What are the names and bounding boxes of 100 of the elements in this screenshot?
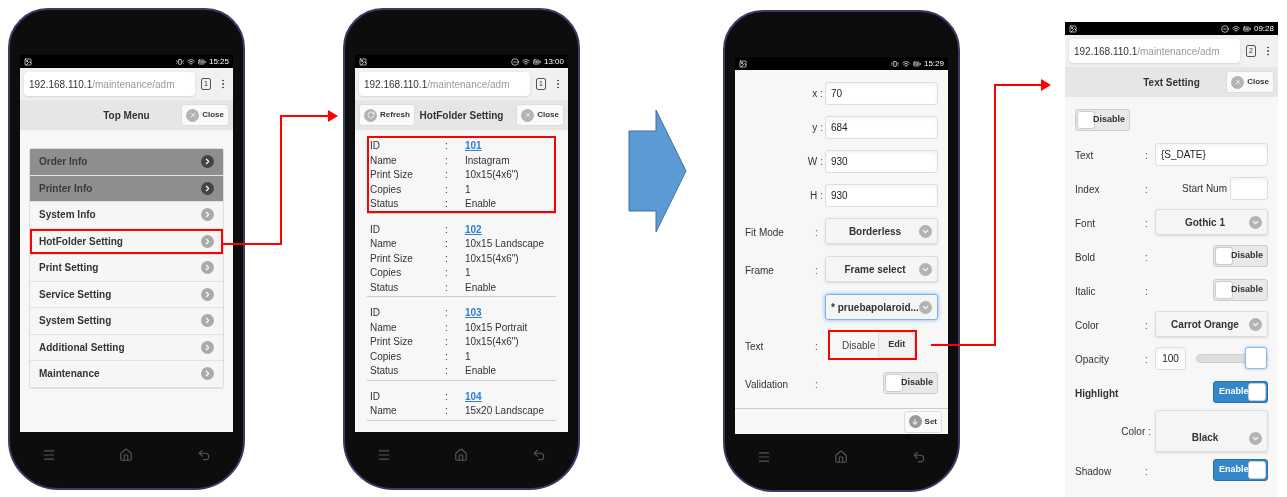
dropdown[interactable]: * pruebapolaroid... [825, 294, 938, 320]
toggle-switch[interactable]: Disable [883, 372, 938, 394]
field-separator: : [1145, 466, 1148, 477]
field-label: Print Size [370, 335, 414, 349]
field-label: Highlight [1075, 388, 1119, 399]
field-separator: : [445, 364, 449, 378]
close-icon [521, 108, 535, 122]
field-separator: : [1145, 354, 1148, 365]
field-label: W [807, 154, 818, 169]
chevron-icon [201, 314, 214, 328]
toggle-switch[interactable]: Enable [1213, 459, 1268, 481]
field-separator: : [445, 251, 449, 266]
toggle-switch[interactable]: Disable [1213, 279, 1268, 301]
field-separator: : [820, 154, 823, 169]
input-field[interactable]: 930 [825, 183, 938, 207]
set-button[interactable]: Set [903, 410, 942, 433]
chevron-icon [201, 234, 214, 248]
field-value: Enable [465, 364, 498, 378]
field-value: 10x15(4x6") [465, 251, 520, 266]
input-field[interactable] [1230, 176, 1268, 200]
field-label: Status [370, 280, 400, 295]
refresh-button[interactable]: Refresh [359, 104, 415, 126]
record-id-link[interactable]: 101 [465, 138, 482, 153]
toggle-switch[interactable]: Disable [1213, 245, 1268, 267]
chevron-icon [201, 208, 214, 222]
slider-thumb[interactable] [1245, 346, 1267, 369]
field-separator: : [445, 237, 449, 251]
chevron-icon [201, 367, 214, 381]
back-icon[interactable] [197, 448, 212, 462]
field-value: 10x15(4x6") [465, 168, 520, 182]
field-separator: : [445, 320, 449, 335]
close-icon [1231, 75, 1245, 89]
menu-item[interactable]: HotFolder Setting [30, 228, 223, 255]
field-label: Name [370, 153, 398, 168]
field-separator: : [445, 404, 449, 418]
field-separator: : [445, 182, 449, 197]
caret-icon [1249, 432, 1262, 445]
input-field[interactable]: 70 [825, 81, 938, 105]
input-field[interactable]: 930 [825, 149, 938, 173]
caret-icon [1249, 317, 1262, 331]
field-separator: : [445, 280, 449, 295]
home-icon[interactable] [119, 448, 134, 462]
field-label: Status [370, 364, 400, 378]
field-separator: : [1145, 150, 1148, 161]
field-label: Font [1075, 218, 1095, 229]
field-label: Name [370, 320, 398, 335]
chevron-icon [201, 181, 214, 195]
start-num-label: Start Num [1182, 181, 1227, 196]
chevron-icon [201, 155, 214, 169]
input-field[interactable]: {S_DATE} [1155, 142, 1268, 166]
home-icon[interactable] [834, 450, 849, 464]
address-field[interactable]: 192.168.110.1/maintenance/adm [24, 72, 196, 96]
field-value: 10x15(4x6") [465, 335, 520, 349]
wifi-icon [186, 57, 195, 66]
field-label: Frame [745, 265, 774, 276]
record-id-link[interactable]: 103 [465, 305, 482, 320]
field-label: ID [370, 139, 381, 153]
field-value: Enable [465, 197, 498, 211]
record-id-link[interactable]: 104 [465, 388, 482, 404]
field-separator: : [445, 222, 449, 237]
toggle-switch[interactable]: Disable [1075, 109, 1130, 131]
home-icon[interactable] [454, 448, 469, 462]
close-button[interactable]: Close [181, 104, 229, 126]
input-field[interactable]: 684 [825, 115, 938, 139]
field-separator: : [1145, 218, 1148, 229]
close-button[interactable]: Close [1226, 71, 1274, 93]
back-icon[interactable] [912, 450, 927, 464]
field-value: Enable [465, 280, 498, 295]
field-label: Fit Mode [745, 227, 784, 238]
dropdown[interactable]: Black [1155, 410, 1268, 452]
input-field[interactable]: 100 [1155, 346, 1186, 370]
field-label: Text [1075, 150, 1094, 161]
edit-button[interactable]: Edit [878, 332, 916, 358]
field-separator: : [815, 265, 818, 276]
toggle-switch[interactable]: Enable [1213, 381, 1268, 403]
chevron-icon [201, 340, 214, 354]
field-label: Color [1121, 424, 1146, 439]
record-id-link[interactable]: 102 [465, 221, 482, 237]
chevron-icon [201, 261, 214, 275]
page-title: HotFolder Setting [419, 108, 504, 123]
dropdown[interactable]: Gothic 1 [1155, 209, 1268, 235]
field-label: Print Size [370, 168, 414, 182]
address-field[interactable]: 192.168.110.1/maintenance/adm [1069, 39, 1241, 63]
field-label: ID [370, 306, 381, 320]
battery-icon [1242, 24, 1251, 33]
back-icon[interactable] [532, 448, 547, 462]
status-time: 15:29 [923, 59, 944, 68]
wifi-icon [901, 59, 910, 68]
battery-icon [532, 57, 541, 66]
field-separator: : [445, 197, 449, 211]
dropdown[interactable]: Carrot Orange [1155, 311, 1268, 337]
dropdown[interactable]: Borderless [825, 218, 938, 244]
field-label: Italic [1075, 286, 1096, 297]
dropdown[interactable]: Frame select [825, 256, 938, 282]
field-label: Index [1075, 184, 1100, 195]
field-label: Print Size [370, 251, 414, 266]
field-separator: : [445, 266, 449, 280]
address-field[interactable]: 192.168.110.1/maintenance/adm [359, 72, 531, 96]
close-button[interactable]: Close [516, 104, 564, 126]
field-value: 10x15 Portrait [465, 320, 529, 335]
